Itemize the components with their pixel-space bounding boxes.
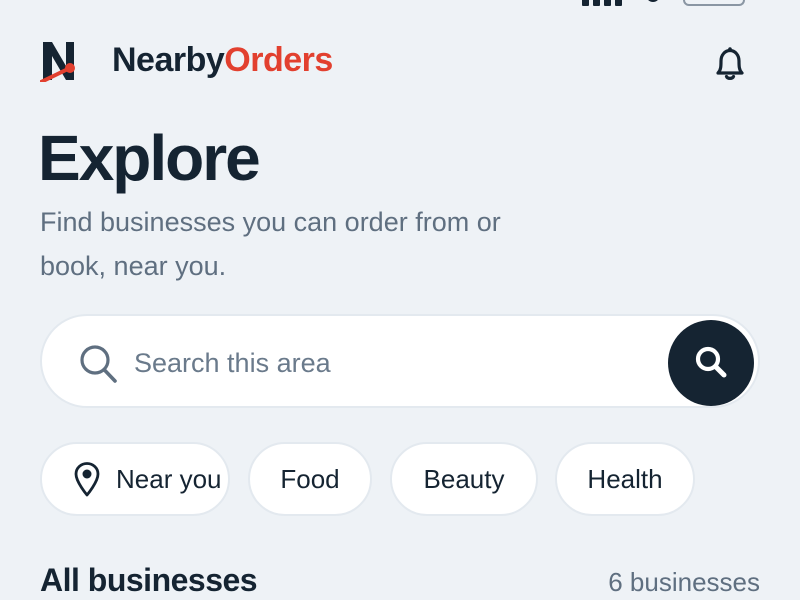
filter-chip-health[interactable]: Health (555, 442, 695, 516)
search-submit-button[interactable] (668, 320, 754, 406)
section-title: All businesses (40, 562, 258, 598)
cellular-signal-icon (582, 0, 622, 6)
wifi-icon (646, 0, 660, 2)
brand-name: NearbyOrders (112, 40, 333, 80)
business-count: 6 businesses (608, 567, 760, 597)
filter-chip-beauty[interactable]: Beauty (390, 442, 538, 516)
filter-chip-label: Beauty (423, 463, 505, 494)
filter-chip-label: Health (587, 463, 663, 494)
brand-name-accent: Orders (224, 41, 333, 79)
app-header: NearbyOrders (40, 34, 760, 86)
search-button-icon (695, 346, 727, 378)
search-input[interactable] (132, 336, 656, 390)
brand-name-primary: Nearby (112, 41, 225, 79)
filter-chip-label: Food (280, 463, 340, 494)
filter-chip-near-you[interactable]: Near you (40, 442, 230, 516)
status-bar (0, 0, 800, 8)
page-title: Explore (38, 122, 261, 194)
filter-chip-label: Near you (116, 463, 222, 494)
filter-chip-food[interactable]: Food (248, 442, 372, 516)
search-icon (80, 345, 117, 383)
bell-icon (716, 47, 744, 80)
notifications-button[interactable] (710, 44, 750, 84)
location-pin-icon (74, 462, 100, 497)
explore-screen: NearbyOrders Explore Find businesses you… (0, 0, 800, 600)
battery-icon (683, 0, 745, 6)
logo-icon (40, 42, 75, 82)
search-bar (40, 314, 760, 408)
page-subtitle: Find businesses you can order from or bo… (40, 207, 501, 281)
